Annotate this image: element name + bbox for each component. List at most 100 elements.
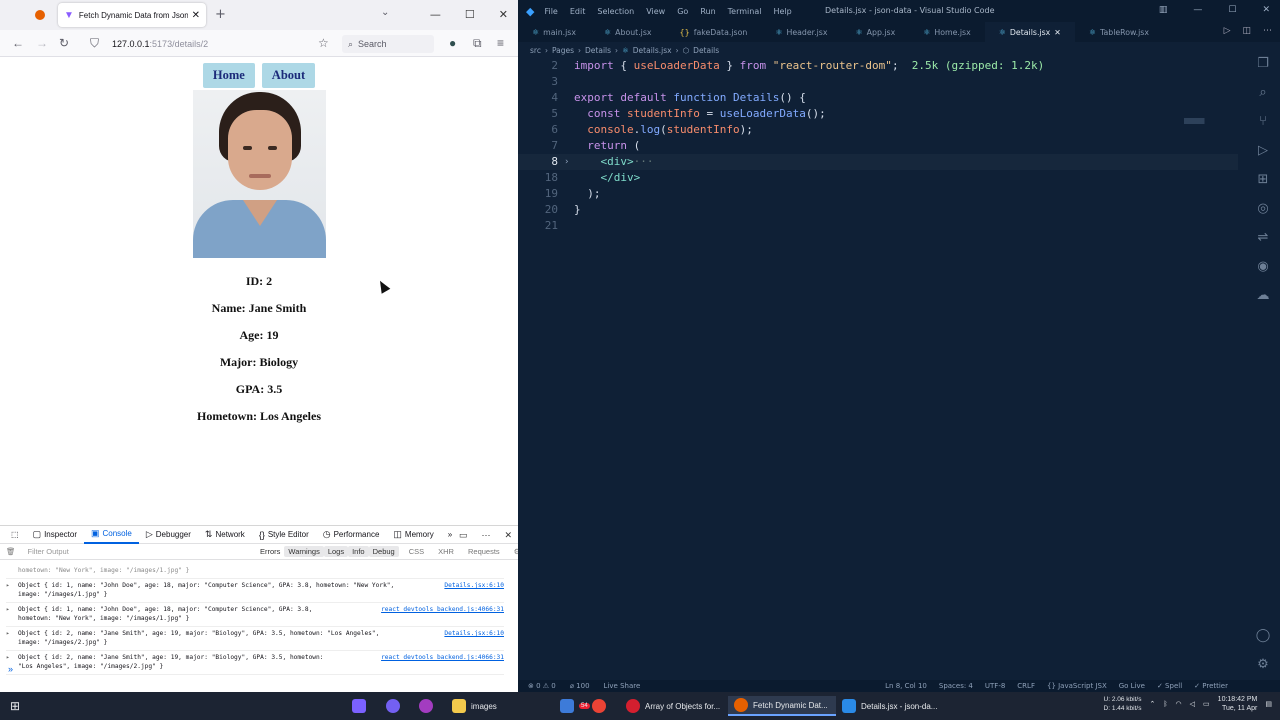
clock[interactable]: 10:18:42 PM Tue, 11 Apr [1218, 695, 1258, 713]
liveshare-audio-icon[interactable]: ☁ [1257, 288, 1270, 303]
prettier-status[interactable]: ✓ Prettier [1194, 682, 1228, 690]
expand-icon[interactable]: ▸ [6, 605, 10, 614]
end-of-line[interactable]: CRLF [1017, 682, 1035, 690]
level-logs[interactable]: Logs [323, 546, 349, 557]
close-window-icon[interactable]: ✕ [499, 8, 508, 21]
taskbar-window-vscode[interactable]: Details.jsx - json-da... [836, 696, 944, 716]
pick-element-icon[interactable]: ⬚ [4, 526, 26, 544]
spell-status[interactable]: ✓ Spell [1157, 682, 1182, 690]
taskbar-window-images[interactable]: images [446, 696, 554, 716]
menu-edit[interactable]: Edit [570, 7, 586, 16]
breadcrumb-item[interactable]: Pages [552, 46, 574, 55]
url-bar[interactable]: 127.0.0.1:5173/details/2 [112, 35, 332, 53]
level-errors[interactable]: Errors [256, 546, 284, 557]
site-info-icon[interactable]: ⛉ [90, 36, 99, 51]
filter-css[interactable]: CSS [405, 546, 428, 557]
log-entry[interactable]: ▸ Object { id: 1, name: "John Doe", age:… [6, 579, 504, 603]
expand-icon[interactable]: ▸ [6, 581, 10, 590]
manage-gear-icon[interactable]: ⚙ [1257, 657, 1269, 672]
notifications-icon[interactable]: ▤ [1265, 700, 1272, 708]
run-icon[interactable]: ▷ [1224, 26, 1231, 36]
taskbar-window-opera[interactable]: Array of Objects for... [620, 696, 728, 716]
expand-icon[interactable]: ▸ [6, 653, 10, 662]
level-warnings[interactable]: Warnings [284, 546, 324, 557]
cursor-position[interactable]: Ln 8, Col 10 [885, 682, 927, 690]
explorer-icon[interactable]: ❐ [1257, 56, 1269, 71]
maximize-icon[interactable]: ☐ [1228, 5, 1236, 15]
fold-chevron-icon[interactable]: › [564, 154, 569, 170]
account-icon[interactable]: ◯ [1256, 628, 1271, 643]
forward-icon[interactable]: → [36, 36, 48, 50]
tab-main-jsx[interactable]: ⚛ main.jsx [518, 22, 590, 42]
trash-icon[interactable]: 🗑 [6, 547, 16, 556]
log-source-link[interactable]: Details.jsx:6:10 [444, 629, 504, 638]
folded-ellipsis[interactable]: ··· [634, 155, 654, 168]
log-source-link[interactable]: Details.jsx:6:10 [444, 581, 504, 590]
reload-icon[interactable]: ↻ [59, 36, 69, 50]
menu-help[interactable]: Help [773, 7, 791, 16]
log-source-link[interactable]: react_devtools_backend.js:4066:31 [381, 653, 504, 662]
search-input[interactable]: ⌕ Search [342, 35, 434, 53]
breadcrumb-item[interactable]: Details [693, 46, 719, 55]
tab-tablerow-jsx[interactable]: ⚛ TableRow.jsx [1075, 22, 1163, 42]
extensions-icon[interactable]: ⊞ [1258, 172, 1269, 187]
tab-performance[interactable]: ◷ Performance [316, 526, 387, 544]
remote-explorer-icon[interactable]: ◎ [1257, 201, 1268, 216]
expand-icon[interactable]: ▸ [6, 629, 10, 638]
firefox-view-icon[interactable] [35, 10, 45, 20]
browser-tab[interactable]: ▼ Fetch Dynamic Data from Json ✕ [58, 3, 206, 27]
menu-terminal[interactable]: Terminal [728, 7, 762, 16]
minimap[interactable] [1184, 118, 1218, 124]
log-entry[interactable]: ▸ Object { id: 2, name: "Jane Smith", ag… [6, 651, 504, 675]
level-debug[interactable]: Debug [368, 546, 399, 557]
encoding[interactable]: UTF-8 [985, 682, 1005, 690]
close-tab-icon[interactable]: ✕ [1054, 28, 1061, 37]
language-mode[interactable]: {} JavaScript JSX [1047, 682, 1107, 690]
tab-inspector[interactable]: ▢ Inspector [26, 526, 84, 544]
taskbar-mail[interactable]: 54 [560, 696, 590, 716]
tab-details-jsx[interactable]: ⚛ Details.jsx ✕ [984, 22, 1075, 42]
tab-debugger[interactable]: ▷ Debugger [139, 526, 198, 544]
breadcrumb-item[interactable]: Details.jsx [633, 46, 672, 55]
source-control-icon[interactable]: ⑂ [1259, 114, 1267, 129]
tab-app-jsx[interactable]: ⚛ App.jsx [841, 22, 909, 42]
ports-indicator[interactable]: ⌀ 100 [570, 682, 590, 690]
extensions-puzzle-icon[interactable]: ⧉ [473, 36, 482, 51]
menu-icon[interactable]: ≡ [497, 36, 504, 50]
menu-selection[interactable]: Selection [597, 7, 634, 16]
volume-icon[interactable]: ◁ [1190, 700, 1195, 708]
menu-file[interactable]: File [544, 7, 557, 16]
home-link[interactable]: Home [202, 63, 255, 88]
more-actions-icon[interactable]: ⋯ [1263, 26, 1272, 36]
log-source-link[interactable]: react_devtools_backend.js:4066:31 [381, 605, 504, 614]
filter-requests[interactable]: Requests [464, 546, 504, 557]
chevron-up-icon[interactable]: ⌃ [1149, 700, 1155, 708]
console-input-prompt-icon[interactable]: » [8, 664, 13, 674]
taskbar-app[interactable] [419, 696, 433, 716]
minimize-icon[interactable]: — [430, 8, 441, 21]
level-info[interactable]: Info [348, 546, 369, 557]
options-icon[interactable]: ⋯ [481, 530, 490, 541]
tab-console[interactable]: ▣ Console [83, 526, 139, 544]
tab-about-jsx[interactable]: ⚛ About.jsx [590, 22, 666, 42]
layout-icon[interactable]: ▥ [1159, 5, 1168, 15]
log-entry[interactable]: ▸ Object { id: 2, name: "Jane Smith", ag… [6, 627, 504, 651]
github-icon[interactable]: ◉ [1257, 259, 1268, 274]
close-tab-icon[interactable]: ✕ [192, 10, 200, 21]
tab-fakedata-json[interactable]: {} fakeData.json [666, 22, 762, 42]
tab-header-jsx[interactable]: ⚛ Header.jsx [761, 22, 841, 42]
tab-memory[interactable]: ◫ Memory [386, 526, 440, 544]
breadcrumb-item[interactable]: Details [585, 46, 611, 55]
menu-go[interactable]: Go [677, 7, 688, 16]
new-tab-icon[interactable]: + [215, 7, 226, 22]
filter-output-input[interactable]: Filter Output [28, 547, 69, 556]
bookmark-star-icon[interactable]: ☆ [318, 36, 329, 50]
close-window-icon[interactable]: ✕ [1262, 5, 1270, 15]
back-icon[interactable]: ← [12, 36, 24, 50]
wifi-icon[interactable]: ◠ [1176, 700, 1182, 708]
bluetooth-icon[interactable]: ᛒ [1163, 701, 1167, 708]
tab-style-editor[interactable]: {} Style Editor [252, 526, 316, 544]
indentation[interactable]: Spaces: 4 [939, 682, 973, 690]
minimize-icon[interactable]: — [1193, 5, 1202, 15]
filter-xhr[interactable]: XHR [434, 546, 458, 557]
